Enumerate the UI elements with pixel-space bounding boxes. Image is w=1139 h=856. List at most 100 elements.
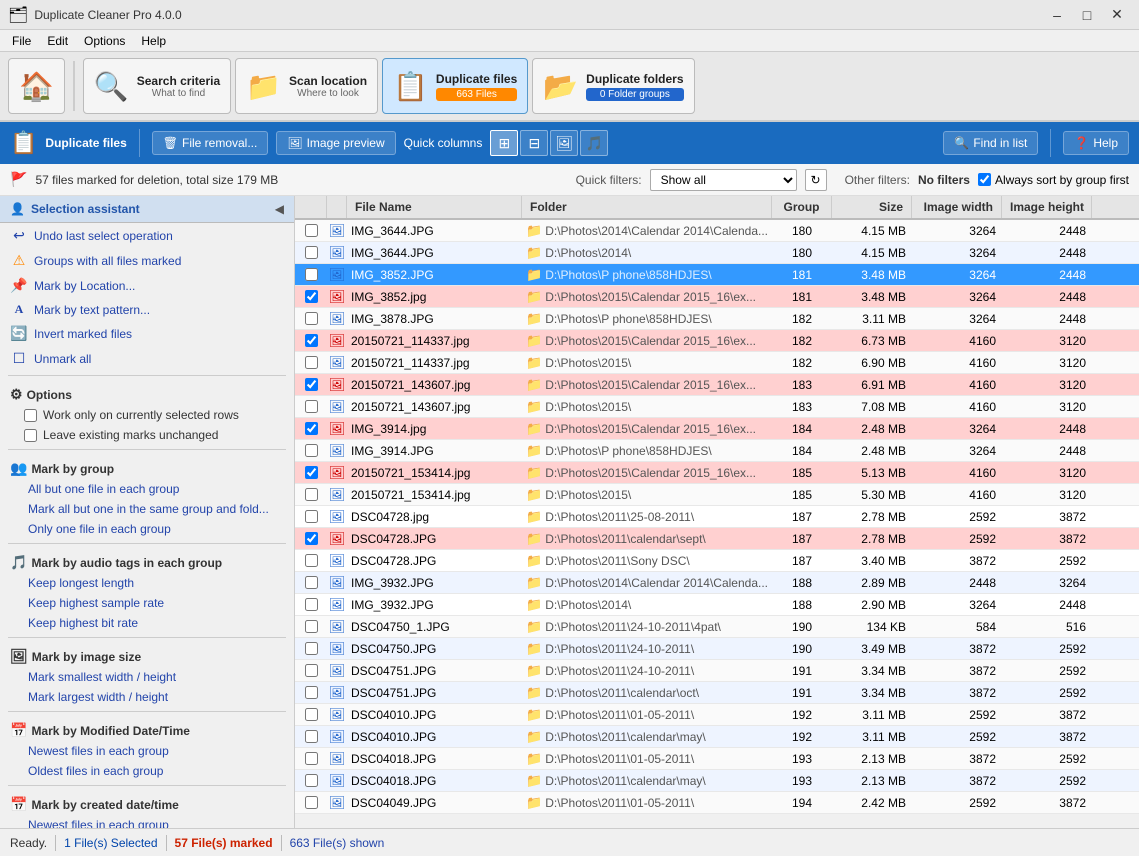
row-checkbox[interactable] [295, 532, 327, 545]
table-row[interactable]: 🖼 IMG_3852.JPG 📁 D:\Photos\P phone\858HD… [295, 264, 1139, 286]
menu-help[interactable]: Help [133, 32, 174, 50]
table-row[interactable]: 🖼 DSC04750_1.JPG 📁 D:\Photos\2011\24-10-… [295, 616, 1139, 638]
modified-newest[interactable]: Newest files in each group [0, 741, 294, 761]
work-selected-checkbox[interactable] [24, 409, 37, 422]
table-row[interactable]: 🖼 20150721_114337.jpg 📁 D:\Photos\2015\ … [295, 352, 1139, 374]
table-row[interactable]: 🖼 IMG_3644.JPG 📁 D:\Photos\2014\ 180 4.1… [295, 242, 1139, 264]
row-checkbox[interactable] [295, 554, 327, 567]
panel-collapse-button[interactable]: ◀ [275, 202, 284, 216]
table-row[interactable]: 🖼 DSC04728.JPG 📁 D:\Photos\2011\calendar… [295, 528, 1139, 550]
col-header-folder[interactable]: Folder [522, 196, 772, 218]
table-row[interactable]: 🖼 20150721_143607.jpg 📁 D:\Photos\2015\C… [295, 374, 1139, 396]
qc-grid-button[interactable]: ⊞ [490, 130, 518, 156]
table-row[interactable]: 🖼 IMG_3914.JPG 📁 D:\Photos\P phone\858HD… [295, 440, 1139, 462]
refresh-button[interactable]: ↻ [805, 169, 827, 191]
qc-audio-button[interactable]: 🎵 [580, 130, 608, 156]
duplicate-folders-button[interactable]: 📂 Duplicate folders 0 Folder groups [532, 58, 694, 114]
table-row[interactable]: 🖼 DSC04728.jpg 📁 D:\Photos\2011\25-08-20… [295, 506, 1139, 528]
sa-all-marked[interactable]: ⚠ Groups with all files marked [0, 248, 294, 273]
row-checkbox[interactable] [295, 334, 327, 347]
qc-image-button[interactable]: 🖼 [550, 130, 578, 156]
sa-mark-text[interactable]: A Mark by text pattern... [0, 298, 294, 321]
duplicate-files-button[interactable]: 📋 Duplicate files 663 Files [382, 58, 528, 114]
audio-sample-rate[interactable]: Keep highest sample rate [0, 593, 294, 613]
row-checkbox[interactable] [295, 774, 327, 787]
table-row[interactable]: 🖼 DSC04751.JPG 📁 D:\Photos\2011\24-10-20… [295, 660, 1139, 682]
table-row[interactable]: 🖼 DSC04728.JPG 📁 D:\Photos\2011\Sony DSC… [295, 550, 1139, 572]
col-header-width[interactable]: Image width [912, 196, 1002, 218]
row-checkbox[interactable] [295, 422, 327, 435]
row-checkbox[interactable] [295, 224, 327, 237]
qc-list-button[interactable]: ⊟ [520, 130, 548, 156]
menu-file[interactable]: File [4, 32, 39, 50]
image-largest[interactable]: Mark largest width / height [0, 687, 294, 707]
table-row[interactable]: 🖼 DSC04751.JPG 📁 D:\Photos\2011\calendar… [295, 682, 1139, 704]
sa-mark-location[interactable]: 📌 Mark by Location... [0, 273, 294, 298]
row-checkbox[interactable] [295, 510, 327, 523]
row-checkbox[interactable] [295, 686, 327, 699]
row-checkbox[interactable] [295, 400, 327, 413]
row-checkbox[interactable] [295, 576, 327, 589]
row-checkbox[interactable] [295, 752, 327, 765]
menu-options[interactable]: Options [76, 32, 133, 50]
audio-longest[interactable]: Keep longest length [0, 573, 294, 593]
sa-invert[interactable]: 🔄 Invert marked files [0, 321, 294, 346]
col-header-height[interactable]: Image height [1002, 196, 1092, 218]
row-checkbox[interactable] [295, 620, 327, 633]
row-checkbox[interactable] [295, 664, 327, 677]
row-checkbox[interactable] [295, 290, 327, 303]
col-header-name[interactable]: File Name [347, 196, 522, 218]
mbg-same-group-fold[interactable]: Mark all but one in the same group and f… [0, 499, 294, 519]
col-header-cb[interactable] [295, 196, 327, 218]
mbg-only-one[interactable]: Only one file in each group [0, 519, 294, 539]
row-checkbox[interactable] [295, 796, 327, 809]
row-checkbox[interactable] [295, 246, 327, 259]
close-button[interactable]: ✕ [1103, 4, 1131, 26]
table-row[interactable]: 🖼 DSC04018.JPG 📁 D:\Photos\2011\01-05-20… [295, 748, 1139, 770]
row-checkbox[interactable] [295, 466, 327, 479]
row-checkbox[interactable] [295, 378, 327, 391]
sa-unmark-all[interactable]: ☐ Unmark all [0, 346, 294, 371]
table-row[interactable]: 🖼 DSC04018.JPG 📁 D:\Photos\2011\calendar… [295, 770, 1139, 792]
table-row[interactable]: 🖼 DSC04049.JPG 📁 D:\Photos\2011\01-05-20… [295, 792, 1139, 814]
menu-edit[interactable]: Edit [39, 32, 76, 50]
maximize-button[interactable]: □ [1073, 4, 1101, 26]
row-checkbox[interactable] [295, 268, 327, 281]
row-checkbox[interactable] [295, 708, 327, 721]
table-row[interactable]: 🖼 IMG_3644.JPG 📁 D:\Photos\2014\Calendar… [295, 220, 1139, 242]
row-checkbox[interactable] [295, 444, 327, 457]
leave-unchanged-checkbox[interactable] [24, 429, 37, 442]
col-header-group[interactable]: Group [772, 196, 832, 218]
sa-undo[interactable]: ↩ Undo last select operation [0, 223, 294, 248]
table-row[interactable]: 🖼 IMG_3852.jpg 📁 D:\Photos\2015\Calendar… [295, 286, 1139, 308]
created-newest[interactable]: Newest files in each group [0, 815, 294, 828]
row-checkbox[interactable] [295, 730, 327, 743]
quick-filters-select[interactable]: Show all Show marked Show unmarked Show … [650, 169, 797, 191]
audio-bit-rate[interactable]: Keep highest bit rate [0, 613, 294, 633]
row-checkbox[interactable] [295, 356, 327, 369]
image-smallest[interactable]: Mark smallest width / height [0, 667, 294, 687]
table-row[interactable]: 🖼 20150721_153414.jpg 📁 D:\Photos\2015\ … [295, 484, 1139, 506]
search-criteria-button[interactable]: 🔍 Search criteria What to find [83, 58, 231, 114]
row-checkbox[interactable] [295, 598, 327, 611]
file-removal-button[interactable]: 🗑 File removal... [152, 131, 269, 155]
find-in-list-button[interactable]: 🔍 Find in list [943, 131, 1038, 155]
image-preview-button[interactable]: 🖼 Image preview [276, 131, 395, 155]
row-checkbox[interactable] [295, 642, 327, 655]
help-button[interactable]: ❓ Help [1063, 131, 1129, 155]
table-row[interactable]: 🖼 20150721_143607.jpg 📁 D:\Photos\2015\ … [295, 396, 1139, 418]
col-header-type[interactable] [327, 196, 347, 218]
table-row[interactable]: 🖼 DSC04010.JPG 📁 D:\Photos\2011\calendar… [295, 726, 1139, 748]
always-sort-checkbox[interactable] [978, 173, 991, 186]
table-row[interactable]: 🖼 20150721_114337.jpg 📁 D:\Photos\2015\C… [295, 330, 1139, 352]
table-row[interactable]: 🖼 IMG_3932.JPG 📁 D:\Photos\2014\Calendar… [295, 572, 1139, 594]
table-row[interactable]: 🖼 IMG_3878.JPG 📁 D:\Photos\P phone\858HD… [295, 308, 1139, 330]
modified-oldest[interactable]: Oldest files in each group [0, 761, 294, 781]
file-list-container[interactable]: 🖼 IMG_3644.JPG 📁 D:\Photos\2014\Calendar… [295, 220, 1139, 828]
table-row[interactable]: 🖼 IMG_3932.JPG 📁 D:\Photos\2014\ 188 2.9… [295, 594, 1139, 616]
table-row[interactable]: 🖼 DSC04750.JPG 📁 D:\Photos\2011\24-10-20… [295, 638, 1139, 660]
table-row[interactable]: 🖼 20150721_153414.jpg 📁 D:\Photos\2015\C… [295, 462, 1139, 484]
minimize-button[interactable]: – [1043, 4, 1071, 26]
table-row[interactable]: 🖼 DSC04010.JPG 📁 D:\Photos\2011\01-05-20… [295, 704, 1139, 726]
mbg-all-but-one[interactable]: All but one file in each group [0, 479, 294, 499]
